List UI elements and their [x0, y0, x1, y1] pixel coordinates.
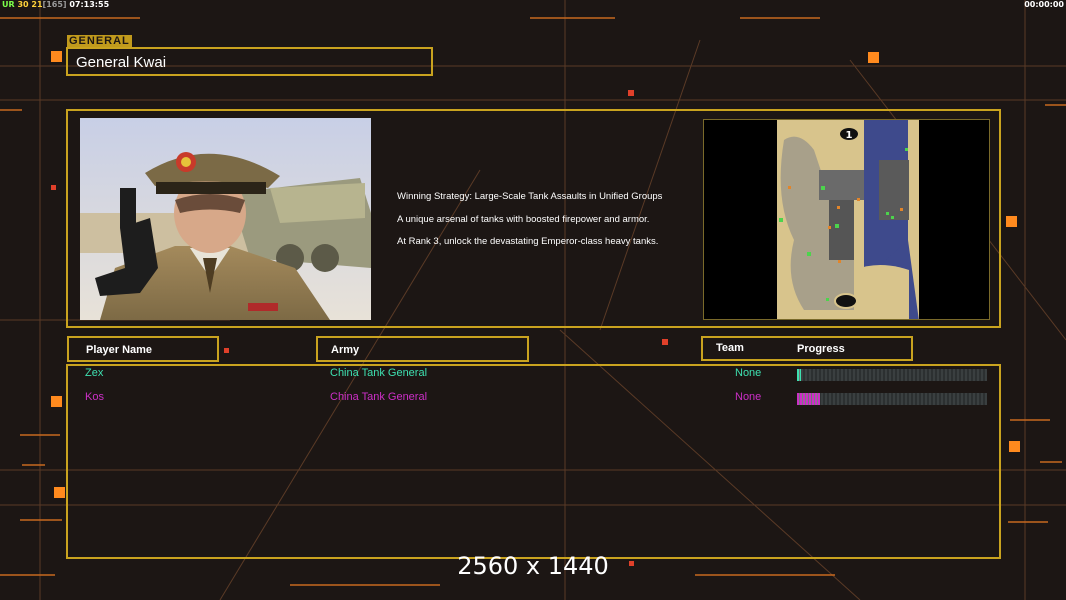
section-label: GENERAL — [67, 35, 132, 47]
army-header: Army — [316, 336, 529, 362]
team-progress-header: Team Progress — [701, 336, 913, 361]
player-progress-fill — [797, 393, 820, 405]
player-team: None — [735, 391, 762, 403]
description-line: At Rank 3, unlock the devastating Empero… — [397, 236, 659, 248]
hud-value-b: 21 — [31, 0, 43, 9]
hud-value-a: 30 — [17, 0, 29, 9]
general-name-box: General Kwai — [66, 47, 433, 76]
description-line: A unique arsenal of tanks with boosted f… — [397, 213, 650, 225]
player-name-header-label: Player Name — [86, 344, 153, 356]
start-position-label: 1 — [846, 130, 853, 141]
player-team: None — [735, 367, 762, 379]
hud-ur: UR — [2, 0, 15, 9]
general-description: Winning Strategy: Large-Scale Tank Assau… — [397, 191, 662, 259]
player-name: Kos — [85, 391, 104, 403]
player-row-zex: Zex China Tank General None — [0, 367, 1066, 381]
progress-header-label: Progress — [797, 343, 845, 355]
player-name-header: Player Name — [67, 336, 219, 362]
army-header-label: Army — [331, 344, 360, 356]
player-army: China Tank General — [330, 367, 428, 379]
map-preview[interactable]: 1 — [703, 119, 990, 320]
hud-clock: 07:13:55 — [69, 0, 110, 9]
team-header-label: Team — [716, 342, 744, 354]
general-portrait — [80, 118, 371, 320]
player-name: Zex — [85, 367, 104, 379]
general-name: General Kwai — [76, 54, 167, 71]
hud-stats: UR 30 21[165] 07:13:55 — [2, 0, 109, 9]
player-progress-bar — [797, 369, 987, 381]
hud-value-c: [165] — [42, 0, 67, 9]
player-progress-fill — [797, 369, 801, 381]
description-line: Winning Strategy: Large-Scale Tank Assau… — [397, 191, 663, 202]
resolution-label: 2560 x 1440 — [457, 552, 609, 580]
hud-timer: 00:00:00 — [1024, 0, 1064, 9]
player-progress-bar — [797, 393, 987, 405]
player-army: China Tank General — [330, 391, 428, 403]
player-row-kos: Kos China Tank General None — [0, 391, 1066, 405]
